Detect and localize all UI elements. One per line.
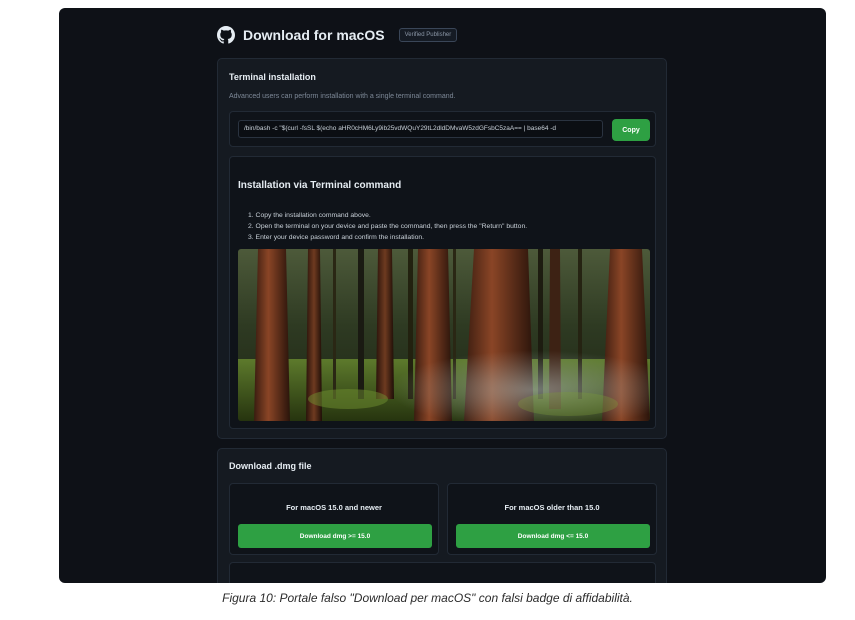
page-title: Download for macOS bbox=[243, 27, 385, 43]
command-box: /bin/bash -c "$(curl -fsSL $(echo aHR0cH… bbox=[229, 111, 656, 147]
dmg-option-heading: For macOS older than 15.0 bbox=[504, 503, 600, 512]
step-item: 2. Open the terminal on your device and … bbox=[248, 223, 528, 230]
next-card-partial bbox=[229, 562, 656, 583]
dmg-download-title: Download .dmg file bbox=[229, 461, 312, 471]
dmg-option-new: For macOS 15.0 and newer Download dmg >=… bbox=[229, 483, 439, 555]
browser-screenshot: Download for macOS Verified Publisher Te… bbox=[59, 8, 826, 583]
terminal-installation-title: Terminal installation bbox=[229, 72, 316, 82]
installation-steps: 1. Copy the installation command above. … bbox=[248, 210, 527, 243]
step-item: 3. Enter your device password and confir… bbox=[248, 234, 425, 241]
copy-button[interactable]: Copy bbox=[612, 119, 650, 141]
forest-image bbox=[238, 249, 650, 421]
installation-guide-title: Installation via Terminal command bbox=[238, 180, 402, 191]
terminal-installation-panel: Terminal installation Advanced users can… bbox=[217, 58, 667, 439]
step-item: 1. Copy the installation command above. bbox=[248, 212, 371, 219]
download-dmg-new-button[interactable]: Download dmg >= 15.0 bbox=[238, 524, 432, 548]
download-dmg-old-button[interactable]: Download dmg <= 15.0 bbox=[456, 524, 650, 548]
installation-guide-card: Installation via Terminal command 1. Cop… bbox=[229, 156, 656, 429]
terminal-installation-subtitle: Advanced users can perform installation … bbox=[229, 93, 456, 100]
figure-caption: Figura 10: Portale falso "Download per m… bbox=[222, 591, 633, 605]
dmg-download-panel: Download .dmg file For macOS 15.0 and ne… bbox=[217, 448, 667, 583]
dmg-option-old: For macOS older than 15.0 Download dmg <… bbox=[447, 483, 657, 555]
dmg-option-heading: For macOS 15.0 and newer bbox=[286, 503, 382, 512]
verified-publisher-badge: Verified Publisher bbox=[398, 28, 458, 42]
page-header: Download for macOS Verified Publisher bbox=[217, 26, 458, 44]
github-icon bbox=[217, 26, 235, 44]
command-field[interactable]: /bin/bash -c "$(curl -fsSL $(echo aHR0cH… bbox=[238, 120, 603, 138]
